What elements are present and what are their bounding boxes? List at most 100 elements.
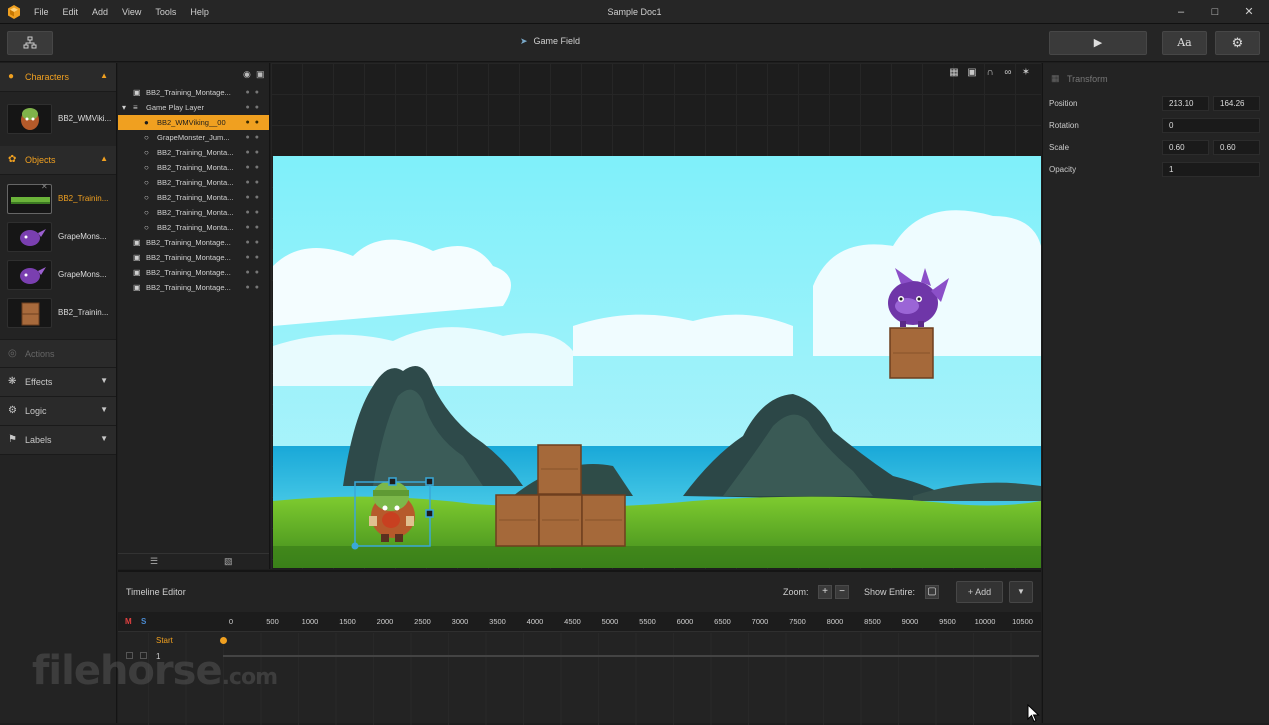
menu-edit[interactable]: Edit	[63, 0, 79, 24]
zoom-in-button[interactable]: +	[818, 585, 832, 599]
menu-file[interactable]: File	[34, 0, 49, 24]
play-button[interactable]: ▶	[1049, 31, 1147, 55]
bug-icon[interactable]: ✶	[1017, 67, 1035, 78]
objects-section-header[interactable]: ✿ Objects ▲	[0, 146, 116, 175]
expand-icon[interactable]: ▾	[122, 100, 126, 115]
position-label: Position	[1049, 99, 1078, 108]
game-canvas[interactable]	[273, 156, 1041, 568]
actions-section-header[interactable]: ◎ Actions	[0, 339, 116, 368]
ruler-tick-label: 7000	[751, 617, 769, 626]
effects-icon: ❋	[8, 376, 17, 387]
position-x-field[interactable]: 213.10	[1162, 96, 1209, 111]
opacity-field[interactable]: 1	[1162, 162, 1260, 177]
start-keyframe[interactable]	[220, 637, 227, 644]
link-icon[interactable]: ∞	[999, 67, 1017, 78]
layer-name: BB2_Training_Monta...	[157, 193, 234, 202]
layer-row[interactable]: ○ GrapeMonster_Jum... ●●	[118, 130, 269, 145]
text-style-button[interactable]: Aa	[1162, 31, 1207, 55]
opacity-row: Opacity 1	[1043, 159, 1269, 181]
object-item[interactable]: ✕ BB2_Trainin...	[0, 180, 116, 217]
layer-row[interactable]: ▾ ≡ Game Play Layer ●●	[118, 100, 269, 115]
layer-toggles[interactable]: ●●	[246, 145, 264, 160]
hierarchy-button[interactable]	[7, 31, 53, 55]
chevron-down-icon: ▼	[100, 434, 108, 443]
track-bar[interactable]	[223, 655, 1039, 657]
play-icon: ▶	[1093, 37, 1103, 49]
layer-toggles[interactable]: ●●	[246, 190, 264, 205]
timeline-ruler[interactable]: M S 0 500 1000 1500 2000 2500 3000 3500 4000 4500…	[118, 612, 1041, 632]
mute-toggle[interactable]: M	[125, 617, 132, 626]
menu-tools[interactable]: Tools	[155, 0, 176, 24]
minimize-button[interactable]: –	[1166, 0, 1196, 24]
remove-icon[interactable]: ✕	[41, 182, 48, 191]
layer-toggles[interactable]: ●●	[246, 265, 264, 280]
zoom-out-button[interactable]: −	[835, 585, 849, 599]
lock-icon[interactable]: ▣	[256, 69, 265, 80]
character-icon: ●	[144, 118, 149, 127]
layer-row[interactable]: ○ BB2_Training_Monta... ●●	[118, 175, 269, 190]
layer-toggles[interactable]: ●●	[246, 175, 264, 190]
solo-toggle[interactable]: S	[141, 617, 146, 626]
layer-row[interactable]: ▣ BB2_Training_Montage... ●●	[118, 85, 269, 100]
object-item[interactable]: BB2_Trainin...	[0, 294, 116, 331]
layer-toggles[interactable]: ●●	[246, 160, 264, 175]
layer-toggles[interactable]: ●●	[246, 250, 264, 265]
ruler-tick-label: 8000	[826, 617, 844, 626]
transform-header[interactable]: ▦ Transform	[1043, 63, 1269, 93]
layer-row[interactable]: ○ BB2_Training_Monta... ●●	[118, 160, 269, 175]
menu-view[interactable]: View	[122, 0, 141, 24]
character-item[interactable]: BB2_WMViki...	[0, 92, 116, 146]
settings-button[interactable]: ⚙	[1215, 31, 1260, 55]
menu-help[interactable]: Help	[190, 0, 209, 24]
layer-toggles[interactable]: ●●	[246, 85, 264, 100]
layer-toggles[interactable]: ●●	[246, 220, 264, 235]
layer-toggles[interactable]: ●●	[246, 235, 264, 250]
zoom-label: Zoom:	[783, 587, 809, 597]
layer-row[interactable]: ○ BB2_Training_Monta... ●●	[118, 205, 269, 220]
layer-toggles[interactable]: ●●	[246, 115, 264, 130]
add-button[interactable]: + Add	[956, 581, 1003, 603]
scale-x-field[interactable]: 0.60	[1162, 140, 1209, 155]
image-icon: ▣	[133, 268, 141, 277]
position-y-field[interactable]: 164.26	[1213, 96, 1260, 111]
layer-toggles[interactable]: ●●	[246, 205, 264, 220]
maximize-button[interactable]: □	[1200, 0, 1230, 24]
layer-row[interactable]: ○ BB2_Training_Monta... ●●	[118, 190, 269, 205]
layer-toggles[interactable]: ●●	[246, 280, 264, 295]
logic-section-header[interactable]: ⚙ Logic ▼	[0, 397, 116, 426]
add-dropdown-button[interactable]: ▼	[1009, 581, 1033, 603]
fit-screen-icon[interactable]: ▦	[945, 67, 963, 78]
layer-row[interactable]: ▣ BB2_Training_Montage... ●●	[118, 250, 269, 265]
object-item[interactable]: GrapeMons...	[0, 256, 116, 293]
layer-row[interactable]: ▣ BB2_Training_Montage... ●●	[118, 280, 269, 295]
layer-toggles[interactable]: ●●	[246, 100, 264, 115]
lock-icon[interactable]: ▣	[963, 67, 981, 78]
object-item[interactable]: GrapeMons...	[0, 218, 116, 255]
trash-icon[interactable]: ▧	[224, 556, 233, 567]
labels-section-header[interactable]: ⚑ Labels ▼	[0, 426, 116, 455]
magnet-icon[interactable]: ∩	[981, 67, 999, 78]
menu-add[interactable]: Add	[92, 0, 108, 24]
transform-icon: ▦	[1051, 73, 1060, 83]
ruler-tick-label: 6500	[714, 617, 731, 626]
cloud-far	[573, 314, 793, 356]
viking-thumbnail	[7, 104, 52, 134]
layer-row[interactable]: ○ BB2_Training_Monta... ●●	[118, 220, 269, 235]
layer-toggles[interactable]: ●●	[246, 130, 264, 145]
layer-row[interactable]: ▣ BB2_Training_Montage... ●●	[118, 235, 269, 250]
layer-row[interactable]: ○ BB2_Training_Monta... ●●	[118, 145, 269, 160]
layers-stack-icon[interactable]: ☰	[150, 556, 158, 567]
layer-row[interactable]: ● BB2_WMViking__00 ●●	[118, 115, 269, 130]
show-entire-button[interactable]: ▢	[925, 585, 939, 599]
scene-tab[interactable]: ➤ Game Field	[520, 36, 580, 47]
visibility-eye-icon[interactable]: ◉	[243, 69, 251, 80]
object-icon: ○	[144, 163, 149, 172]
characters-section-header[interactable]: ● Characters ▲	[0, 63, 116, 92]
rotation-field[interactable]: 0	[1162, 118, 1260, 133]
effects-section-header[interactable]: ❋ Effects ▼	[0, 368, 116, 397]
main-toolbar: ➤ Game Field ▶ Aa ⚙	[0, 24, 1269, 62]
close-button[interactable]: ✕	[1234, 0, 1264, 24]
layer-row[interactable]: ▣ BB2_Training_Montage... ●●	[118, 265, 269, 280]
scale-y-field[interactable]: 0.60	[1213, 140, 1260, 155]
layers-panel: ◉ ▣ ▣ BB2_Training_Montage... ●● ▾ ≡ Game Pla…	[118, 63, 270, 569]
